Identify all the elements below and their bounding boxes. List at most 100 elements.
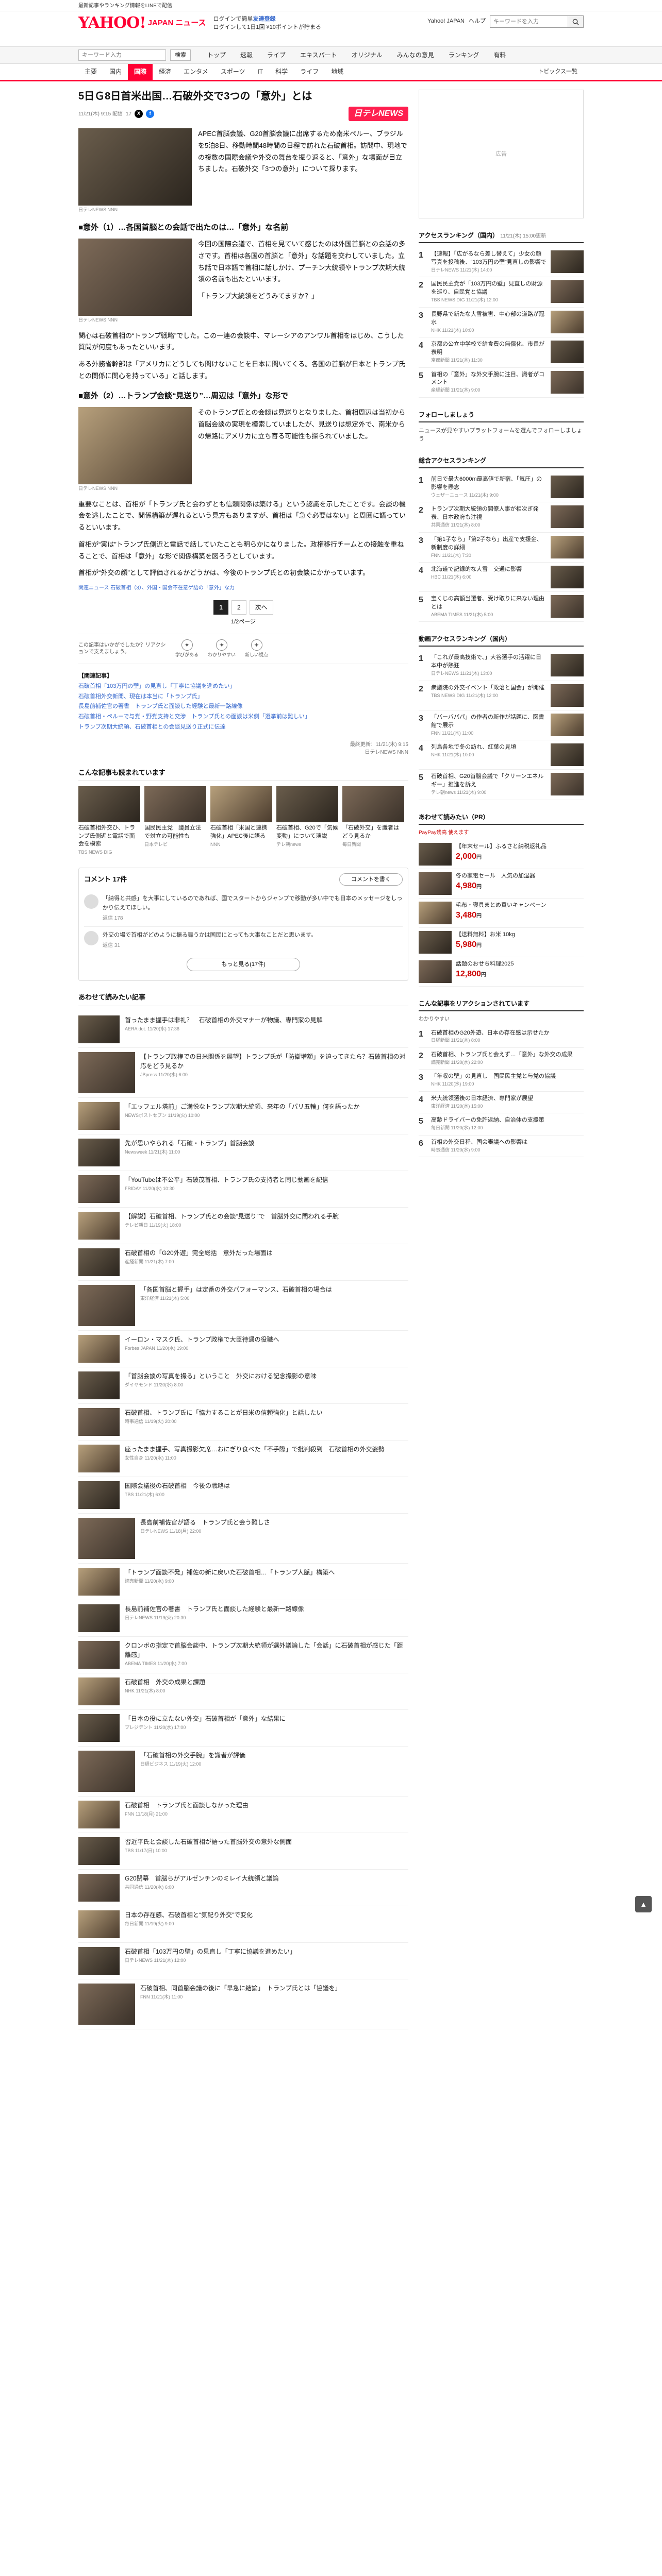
comment-count[interactable]: 17 [126, 110, 131, 118]
feed-item[interactable]: 「エッフェル塔前」ご満悦なトランプ次期大統領、来年の「パリ五輪」何を語ったか NE… [78, 1098, 408, 1134]
ranking-item[interactable]: 4 北海道で記録的な大雪 交通に影響 HBC 11/21(木) 6:00 [419, 563, 584, 592]
feed-item[interactable]: 長島前補佐官の著書 トランプ氏と面談した経験と最新一路線像 日テレNEWS 11/… [78, 1600, 408, 1637]
shop-item[interactable]: 冬の家電セール 人気の加湿器 4,980円 [419, 869, 584, 899]
recommend-card[interactable]: 国民民主党 議員立法で対立の可能性も 日本テレビ [144, 786, 206, 856]
shop-item[interactable]: 毛布・寝具まとめ買いキャンペーン 3,480円 [419, 899, 584, 928]
nav-ranking[interactable]: ランキング [441, 47, 487, 63]
nav-original[interactable]: オリジナル [344, 47, 390, 63]
tab-international[interactable]: 国際 [128, 64, 153, 80]
page-1[interactable]: 1 [213, 600, 228, 615]
header-search-input[interactable] [490, 16, 568, 27]
feed-item[interactable]: 石破首相 トランプ氏と面談しなかった理由 FNN 11/18(月) 21:00 [78, 1797, 408, 1833]
facebook-icon[interactable]: f [146, 110, 155, 118]
more-comments-button[interactable]: もっと見る(17件) [187, 957, 300, 972]
feed-item[interactable]: 石破首相「103万円の壁」の見直し「丁寧に協議を進めたい」 日テレNEWS 11/… [78, 1943, 408, 1979]
ranking-item[interactable]: 2 トランプ次期大統領の閣僚人事が相次ぎ発表、日本政府も注視 共同通信 11/21(… [419, 502, 584, 533]
next-page-button[interactable]: 次へ [249, 600, 273, 615]
write-comment-button[interactable]: コメントを書く [339, 873, 403, 886]
tab-sports[interactable]: スポーツ [214, 64, 252, 80]
ranking-item[interactable]: 2 国民民主党が「103万円の壁」見直しの財源を巡り、自民党と協議 TBS NEWS… [419, 277, 584, 308]
lead-photo[interactable] [78, 128, 192, 206]
tab-domestic[interactable]: 国内 [103, 64, 128, 80]
keyword-search-button[interactable]: 検索 [170, 49, 191, 61]
reaction-clear[interactable]: ✦ わかりやすい [208, 639, 236, 659]
topics-list-link[interactable]: トピックス一覧 [532, 64, 584, 80]
feed-item[interactable]: 石破首相 外交の成果と課題 NHK 11/21(木) 8:00 [78, 1673, 408, 1710]
feed-item[interactable]: 「YouTubeは不公平」石破茂首相、トランプ氏の支持者と同じ動画を配信 FRID… [78, 1171, 408, 1208]
tab-life[interactable]: ライフ [294, 64, 325, 80]
feed-item[interactable]: イーロン・マスク氏、トランプ政権で大臣待遇の役職へ Forbes JAPAN 11… [78, 1331, 408, 1367]
shop-item[interactable]: 話題のおせち料理2025 12,800円 [419, 957, 584, 987]
ranking-item[interactable]: 2 衆議院の外交イベント「政治と国会」が開催 TBS NEWS DIG 11/21(… [419, 681, 584, 710]
ranking-item[interactable]: 3 「年収の壁」の見直し 国民民主党と与党の協議 NHK 11/20(水) 19:0… [419, 1070, 584, 1092]
nav-paid[interactable]: 有料 [486, 47, 513, 63]
feed-item[interactable]: 長島前補佐官が語る トランプ氏と会う難しさ 日テレNEWS 11/18(月) 22… [78, 1514, 408, 1564]
cheer-tag[interactable]: わかりやすい [419, 1015, 584, 1023]
ranking-item[interactable]: 1 【速報】「広がるなら差し替えて」少女の顔写真を投稿後、“103万円の壁”見直し… [419, 247, 584, 278]
topbar-notice[interactable]: 最新記事やランキング情報をLINEで配信 [78, 3, 172, 9]
follow-text[interactable]: ニュースが見やすいプラットフォームを選んでフォローしましょう [419, 427, 584, 444]
feed-item[interactable]: 習近平氏と会談した石破首相が語った首脳外交の意外な側面 TBS 11/17(日) … [78, 1833, 408, 1870]
ranking-item[interactable]: 5 宝くじの高額当選者、受け取りに来ない理由とは ABEMA TIMES 11/21… [419, 592, 584, 622]
x-icon[interactable]: X [135, 110, 143, 118]
help-link[interactable]: ヘルプ [469, 15, 486, 26]
recommend-card[interactable]: 「石破外交」を識者はどう見るか 毎日新聞 [342, 786, 404, 856]
tab-it[interactable]: IT [251, 64, 269, 80]
feed-item[interactable]: 「首脳会談の写真を撮る」ということ 外交における記念撮影の意味 ダイヤモンド 11… [78, 1367, 408, 1404]
yahoo-logo[interactable]: YAHOO! JAPAN ニュース [78, 15, 206, 31]
header-notice[interactable]: ログインで簡単友達登録 ログインして1日1回 ¥10ポイントが貯まる [213, 15, 321, 32]
feed-item[interactable]: 【解説】石破首相、トランプ氏との会談“見送り”で 首脳外交に問われる手腕 テレビ朝… [78, 1208, 408, 1244]
feed-item[interactable]: 石破首相、同首脳会議の後に「早急に結論」 トランプ氏とは「協議を」 FNN 11/… [78, 1979, 408, 2029]
yahoo-japan-link[interactable]: Yahoo! JAPAN [427, 15, 465, 26]
keyword-input[interactable] [78, 49, 166, 61]
related-link[interactable]: 石破首相「103万円の壁」の見直し「丁寧に協議を進めたい」 [78, 682, 408, 692]
tab-science[interactable]: 科学 [269, 64, 294, 80]
feed-item[interactable]: 「各国首脳と握手」は定番の外交パフォーマンス、石破首相の場合は 東洋経済 11/2… [78, 1281, 408, 1331]
page-2[interactable]: 2 [231, 600, 246, 615]
ranking-item[interactable]: 3 長野県で新たな大雪被害、中心部の道路が冠水 NHK 11/21(木) 10:00 [419, 308, 584, 338]
feed-item[interactable]: 石破首相、トランプ氏に「協力することが日米の信頼強化」と話したい 時事通信 11/… [78, 1404, 408, 1440]
related-link[interactable]: 長島前補佐官の著書 トランプ氏と面談した経験と最新一路線像 [78, 702, 408, 712]
nav-expert[interactable]: エキスパート [293, 47, 344, 63]
reaction-new-view[interactable]: ✦ 新しい視点 [245, 639, 268, 659]
ranking-item[interactable]: 5 高齢ドライバーの免許返納、自治体の支援策 毎日新聞 11/20(水) 12:00 [419, 1113, 584, 1136]
nav-breaking[interactable]: 速報 [233, 47, 260, 63]
shop-item[interactable]: 【送料無料】お米 10kg 5,980円 [419, 928, 584, 957]
ranking-item[interactable]: 5 首相の「意外」な外交手腕に注目、識者がコメント 産経新聞 11/21(木) 9:… [419, 368, 584, 398]
feed-item[interactable]: クロンボの指定で首脳会談中、トランプ次期大統領が選外議論した「会話」に石破首相が… [78, 1637, 408, 1673]
nav-live[interactable]: ライブ [260, 47, 293, 63]
ranking-item[interactable]: 6 首相の外交日程、国会審議への影響は 時事通信 11/20(水) 9:00 [419, 1136, 584, 1158]
feed-item[interactable]: 国際会議後の石破首相 今後の戦略は TBS 11/21(木) 6:00 [78, 1477, 408, 1514]
tab-entertainment[interactable]: エンタメ [177, 64, 214, 80]
search-icon[interactable] [568, 16, 583, 27]
ranking-item[interactable]: 5 石破首相、G20首脳会議で「クリーンエネルギー」推進を訴え テレ朝news 11… [419, 770, 584, 800]
related-news-line[interactable]: 関連ニュース 石破首相（3）、外国・国会不在意ゲ語の「意外」な力 [78, 584, 408, 592]
ranking-item[interactable]: 1 石破首相のG20外遊、日本の存在感は示せたか 日経新聞 11/21(木) 8:0… [419, 1026, 584, 1048]
related-link[interactable]: トランプ次期大統領、石破首相との会談見送り正式に伝達 [78, 722, 408, 733]
reply-link[interactable]: 返信 178 [103, 914, 123, 922]
reaction-learn[interactable]: ✦ 学びがある [175, 639, 198, 659]
page-top-icon[interactable]: ▲ [635, 1896, 652, 1912]
tab-main[interactable]: 主要 [78, 64, 103, 80]
feed-item[interactable]: 日本の存在感、石破首相と“気配り外交”で変化 毎日新聞 11/19(火) 9:00 [78, 1906, 408, 1943]
recommend-card[interactable]: 石破首相、G20で「気候変動」について演説 テレ朝news [276, 786, 338, 856]
ad-slot[interactable]: 広告 [419, 90, 584, 218]
ranking-item[interactable]: 4 京都の公立中学校で給食費の無償化、市長が表明 京都新聞 11/21(木) 11:… [419, 337, 584, 368]
feed-item[interactable]: 先が思いやられる「石破・トランプ」首脳会談 Newsweek 11/21(木) 1… [78, 1134, 408, 1171]
tab-economy[interactable]: 経済 [153, 64, 177, 80]
recommend-card[interactable]: 石破首相外交ひ、トランプ氏側近と電話で面会を模索 TBS NEWS DIG [78, 786, 140, 856]
feed-item[interactable]: 「トランプ面談不発」補佐の新に戻いた石破首相…「トランプ人脈」構築へ 読売新聞 1… [78, 1564, 408, 1600]
ranking-item[interactable]: 3 「バーバパパ」の作者の新作が話題に、図書館で展示 FNN 11/21(木) 11… [419, 710, 584, 741]
ranking-item[interactable]: 1 前日で最大6000m最高値で新宿、「気圧」の影響を懸念 ウェザーニュース 11/… [419, 472, 584, 503]
feed-item[interactable]: 座ったまま握手、写真撮影欠席…おにぎり食べた「不手際」で批判殺到 石破首相の外交… [78, 1440, 408, 1477]
ranking-item[interactable]: 4 米大統領選後の日本経済、専門家が展望 東洋経済 11/20(水) 15:00 [419, 1092, 584, 1114]
related-link[interactable]: 石破首相外交新聞、現在は本当に「トランプ氏」 [78, 692, 408, 702]
tab-region[interactable]: 地域 [325, 64, 350, 80]
ranking-item[interactable]: 3 「第1子なら」「第2子なら」出産で支援金、新制度の詳細 FNN 11/21(木)… [419, 533, 584, 563]
media-logo[interactable]: 日テレNEWS [348, 107, 408, 121]
ranking-item[interactable]: 2 石破首相、トランプ氏と会えず…「意外」な外交の成果 読売新聞 11/20(水) … [419, 1048, 584, 1070]
nav-opinion[interactable]: みんなの意見 [390, 47, 441, 63]
nav-top[interactable]: トップ [200, 47, 233, 63]
feed-item[interactable]: 首ったまま握手は非礼？ 石破首相の外交マナーが物議、専門家の見解 AERA dot… [78, 1011, 408, 1048]
ranking-item[interactable]: 4 列島各地で冬の訪れ、紅葉の見頃 NHK 11/21(木) 10:00 [419, 740, 584, 770]
